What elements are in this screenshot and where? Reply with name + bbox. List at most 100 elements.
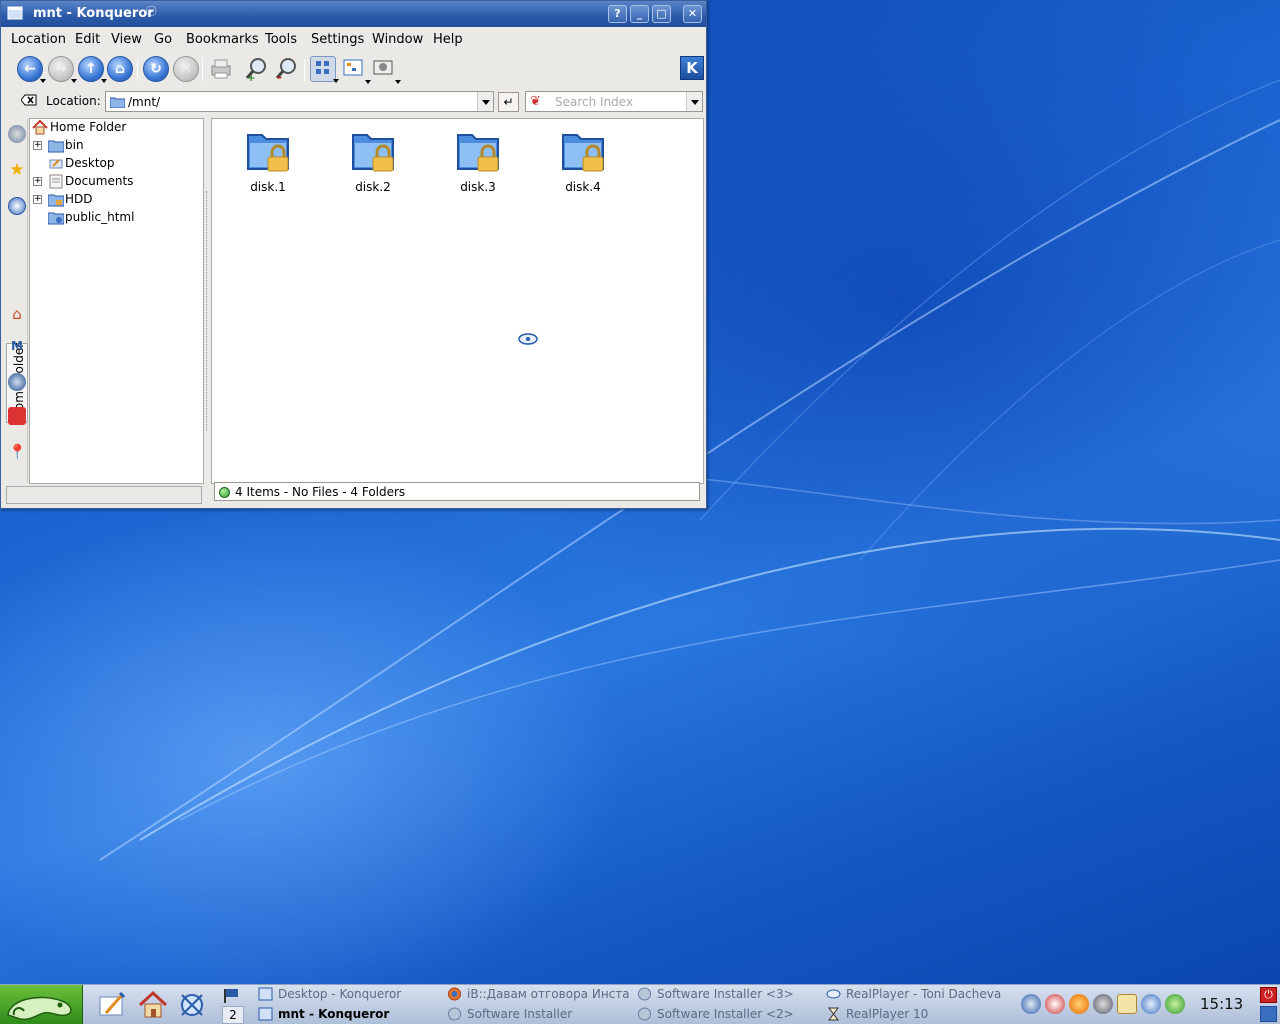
search-input[interactable]: ❦ Search Index [525, 91, 703, 112]
file-item-disk-4[interactable]: disk.4 [548, 125, 618, 194]
minimize-button[interactable]: _ [630, 5, 649, 23]
file-view: disk.1 disk.2 disk.3 disk.4 [211, 118, 704, 484]
taskbar: 2 Desktop - Konqueror mnt - Konqueror iB… [0, 984, 1280, 1024]
task-realplayer-10[interactable]: RealPlayer 10 [826, 1005, 1010, 1024]
tree-item-public-html[interactable]: public_html [33, 209, 203, 227]
konqueror-icon [258, 1007, 273, 1021]
expand-toggle[interactable]: + [33, 195, 42, 204]
file-item-disk-1[interactable]: disk.1 [233, 125, 303, 194]
tree-item-hdd[interactable]: + HDD [33, 191, 203, 209]
expand-toggle[interactable]: + [33, 141, 42, 150]
menu-location[interactable]: Location [11, 32, 66, 47]
tree-item-home-folder[interactable]: Home Folder [32, 119, 202, 137]
image-view-icon[interactable] [371, 56, 401, 84]
task-realplayer-track[interactable]: RealPlayer - Toni Dacheva [826, 985, 1010, 1004]
status-bar: 4 Items - No Files - 4 Folders [214, 482, 700, 501]
folder-tree: Home Folder + bin Desktop + Documents + … [29, 118, 204, 484]
status-led-icon [219, 487, 230, 498]
tree-view-icon[interactable] [341, 56, 371, 84]
suse-chameleon-icon: ☉ [145, 4, 158, 20]
task-software-installer[interactable]: Software Installer [447, 1005, 630, 1024]
kwallet-icon[interactable] [1117, 994, 1137, 1014]
folder-icon [48, 140, 64, 153]
desktop-pager[interactable]: 2 [222, 1006, 244, 1024]
lock-screen-icon[interactable] [1260, 1006, 1277, 1022]
konqueror-browser-icon[interactable] [176, 989, 208, 1021]
desktop-icon [49, 159, 63, 169]
network-icon[interactable] [1093, 994, 1113, 1014]
pane-splitter[interactable] [206, 191, 209, 431]
menu-bar: Location Edit View Go Bookmarks Tools Se… [1, 28, 706, 52]
check-icon[interactable] [1165, 994, 1185, 1014]
zoom-out-icon[interactable]: - [274, 56, 300, 84]
menu-help[interactable]: Help [433, 32, 463, 47]
file-item-disk-2[interactable]: disk.2 [338, 125, 408, 194]
menu-window[interactable]: Window [372, 32, 423, 47]
write-document-icon[interactable] [96, 989, 128, 1021]
expand-toggle[interactable]: + [33, 177, 42, 186]
location-history-dropdown[interactable] [477, 92, 493, 111]
installer-icon [448, 1007, 461, 1021]
stop-icon[interactable]: ✕ [173, 56, 199, 82]
media-tab-icon[interactable]: M [8, 337, 26, 355]
services-tab-icon[interactable] [8, 125, 26, 143]
clipboard-icon[interactable] [1045, 994, 1065, 1014]
location-label: Location: [46, 94, 101, 108]
maximize-button[interactable]: □ [652, 5, 671, 23]
clear-location-icon[interactable] [21, 94, 37, 106]
search-placeholder: Search Index [555, 95, 634, 109]
pin-tab-icon[interactable]: 📍 [8, 443, 27, 461]
web-folder-icon [48, 212, 64, 225]
search-dropdown[interactable] [686, 92, 702, 111]
suse-chameleon-icon [7, 996, 72, 1021]
status-text: 4 Items - No Files - 4 Folders [235, 485, 406, 499]
folder-icon [110, 97, 125, 108]
tree-item-desktop[interactable]: Desktop [33, 155, 203, 173]
locked-folder-icon [557, 125, 609, 177]
task-software-installer-2[interactable]: Software Installer <2> [637, 1005, 820, 1024]
menu-edit[interactable]: Edit [75, 32, 100, 47]
bookmarks-tab-icon[interactable]: ★ [8, 161, 26, 179]
network-tab-icon[interactable] [8, 373, 26, 391]
svg-text:-: - [277, 70, 282, 82]
print-icon[interactable] [208, 56, 234, 82]
menu-view[interactable]: View [111, 32, 142, 47]
root-folder-tab-icon[interactable] [8, 407, 26, 425]
menu-go[interactable]: Go [154, 32, 172, 47]
go-button[interactable]: ↵ [498, 92, 519, 112]
home-icon [32, 120, 48, 135]
menu-bookmarks[interactable]: Bookmarks [186, 32, 259, 47]
task-forum-browser[interactable]: iB::Давам отговора Инстал [447, 985, 630, 1004]
zoom-in-icon[interactable]: + [244, 56, 270, 84]
up-icon[interactable]: ↑ [78, 56, 107, 83]
tree-item-bin[interactable]: + bin [33, 137, 203, 155]
home-icon[interactable]: ⌂ [107, 56, 133, 82]
task-mnt-konqueror[interactable]: mnt - Konqueror [258, 1005, 438, 1024]
history-tab-icon[interactable] [8, 197, 26, 215]
title-bar[interactable]: mnt - Konqueror ☉ ? _ □ ✕ [1, 1, 706, 27]
search-provider-icon[interactable]: ❦ [530, 94, 546, 110]
menu-tools[interactable]: Tools [265, 32, 297, 47]
forward-icon[interactable]: → [48, 56, 77, 83]
start-menu-button[interactable] [0, 985, 83, 1024]
reload-icon[interactable]: ↻ [143, 56, 169, 82]
home-folder-icon[interactable] [137, 989, 169, 1021]
globe-icon[interactable] [1141, 994, 1161, 1014]
tree-item-documents[interactable]: + Documents [33, 173, 203, 191]
volume-icon[interactable] [1021, 994, 1041, 1014]
window-menu-icon[interactable] [7, 6, 23, 20]
logout-icon[interactable]: ⏻ [1260, 987, 1277, 1003]
home-tab-icon[interactable]: ⌂ [8, 305, 26, 323]
clock[interactable]: 15:13 [1200, 995, 1243, 1013]
help-button[interactable]: ? [608, 5, 627, 23]
task-desktop-konqueror[interactable]: Desktop - Konqueror [258, 985, 438, 1004]
back-icon[interactable]: ← [17, 56, 46, 83]
close-button[interactable]: ✕ [683, 5, 702, 23]
documents-icon [49, 174, 63, 189]
location-input[interactable]: /mnt/ [105, 91, 494, 112]
task-software-installer-3[interactable]: Software Installer <3> [637, 985, 820, 1004]
icon-view-icon[interactable] [310, 56, 339, 83]
menu-settings[interactable]: Settings [311, 32, 364, 47]
file-item-disk-3[interactable]: disk.3 [443, 125, 513, 194]
update-alert-icon[interactable] [1069, 994, 1089, 1014]
